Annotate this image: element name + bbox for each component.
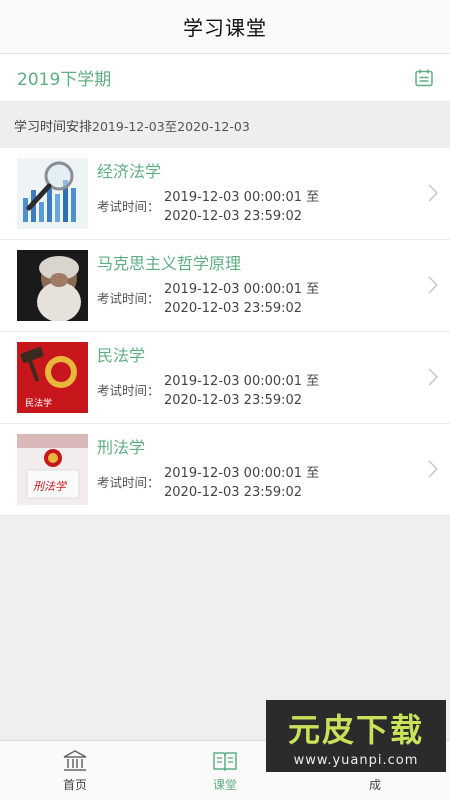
exam-time-label: 考试时间：: [97, 475, 160, 490]
exam-end: 2020-12-03 23:59:02: [164, 301, 303, 316]
exam-time-label: 考试时间：: [97, 291, 160, 306]
thumb-caption: 刑法学: [33, 480, 68, 493]
course-thumbnail: [17, 158, 88, 229]
exam-times: 2019-12-03 00:00:01 至 2020-12-03 23:59:0…: [164, 464, 319, 502]
exam-time-label: 考试时间：: [97, 383, 160, 398]
course-name: 刑法学: [97, 438, 146, 457]
course-name: 经济法学: [97, 162, 162, 181]
exam-end: 2020-12-03 23:59:02: [164, 485, 303, 500]
tab-label: 成: [368, 777, 381, 792]
chevron-right-icon: [428, 276, 438, 294]
tab-label: 首页: [62, 777, 87, 792]
watermark-title: 元皮下载: [287, 710, 424, 749]
chevron-right-icon: [428, 184, 438, 202]
exam-start: 2019-12-03 00:00:01 至: [164, 374, 320, 389]
book-icon: [213, 751, 237, 771]
semester-selector[interactable]: 2019下学期: [0, 54, 450, 102]
exam-start: 2019-12-03 00:00:01 至: [164, 282, 320, 297]
exam-times: 2019-12-03 00:00:01 至 2020-12-03 23:59:0…: [164, 372, 319, 410]
exam-times: 2019-12-03 00:00:01 至 2020-12-03 23:59:0…: [164, 280, 319, 318]
course-item[interactable]: 经济法学 考试时间： 2019-12-03 00:00:01 至 2020-12…: [0, 148, 450, 240]
exam-times: 2019-12-03 00:00:01 至 2020-12-03 23:59:0…: [164, 188, 319, 226]
watermark-logo: 元皮下载 www.yuanpi.com: [266, 700, 446, 772]
course-list: 经济法学 考试时间： 2019-12-03 00:00:01 至 2020-12…: [0, 148, 450, 516]
calendar-icon[interactable]: [414, 68, 434, 88]
schedule-label: 学习时间安排: [14, 119, 93, 135]
course-thumbnail: 民法学: [17, 342, 88, 413]
exam-end: 2020-12-03 23:59:02: [164, 393, 303, 408]
course-item[interactable]: 刑法学 刑法学 考试时间： 2019-12-03 00:00:01 至 2020…: [0, 424, 450, 516]
course-thumbnail: 刑法学: [17, 434, 88, 505]
course-item[interactable]: 民法学 民法学 考试时间： 2019-12-03 00:00:01 至 2020…: [0, 332, 450, 424]
schedule-range: 2019-12-03至2020-12-03: [92, 118, 250, 134]
course-thumbnail: [17, 250, 88, 321]
course-name: 马克思主义哲学原理: [97, 254, 242, 273]
tab-home[interactable]: 首页: [0, 741, 150, 800]
course-name: 民法学: [97, 346, 146, 365]
thumb-caption: 民法学: [25, 397, 52, 409]
chevron-right-icon: [428, 460, 438, 478]
watermark-url: www.yuanpi.com: [293, 752, 419, 768]
bank-icon: [63, 749, 87, 771]
exam-time-label: 考试时间：: [97, 199, 160, 214]
study-schedule: 学习时间安排 2019-12-03至2020-12-03: [0, 102, 450, 148]
course-item[interactable]: 马克思主义哲学原理 考试时间： 2019-12-03 00:00:01 至 20…: [0, 240, 450, 332]
semester-label: 2019下学期: [17, 70, 112, 90]
exam-end: 2020-12-03 23:59:02: [164, 209, 303, 224]
page-title: 学习课堂: [183, 16, 267, 40]
tab-label: 课堂: [212, 777, 237, 792]
app-header: 学习课堂: [0, 0, 450, 54]
exam-start: 2019-12-03 00:00:01 至: [164, 190, 320, 205]
exam-start: 2019-12-03 00:00:01 至: [164, 466, 320, 481]
chevron-right-icon: [428, 368, 438, 386]
